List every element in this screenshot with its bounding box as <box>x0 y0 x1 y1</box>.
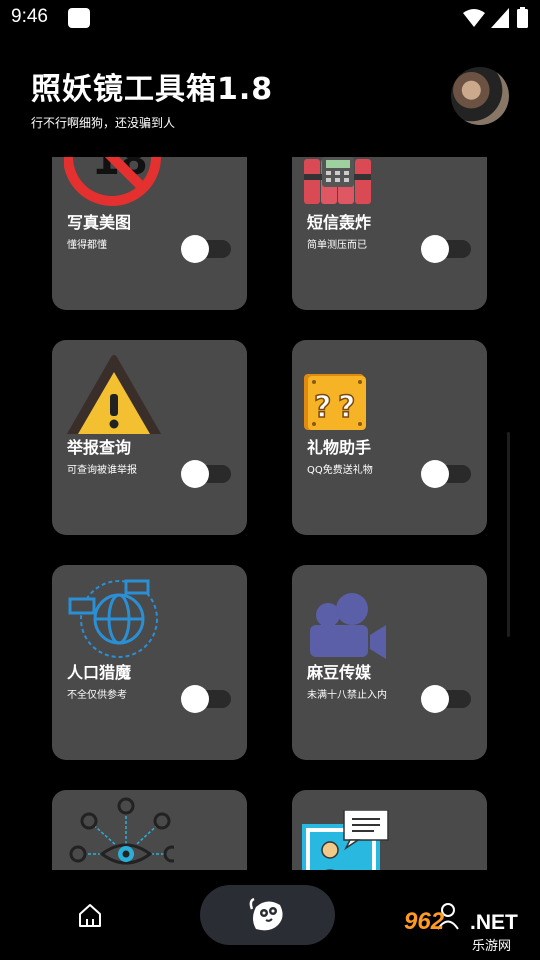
warning-icon <box>66 355 162 434</box>
tool-desc: QQ免费送礼物 <box>307 465 373 476</box>
home-icon[interactable] <box>76 901 104 929</box>
no-18-icon: 18 <box>64 157 161 206</box>
wifi-icon <box>463 9 485 27</box>
watermark-suffix: .NET <box>470 911 518 934</box>
tool-card-surveillance[interactable] <box>52 790 247 870</box>
tool-name: 人口猎魔 <box>67 663 132 682</box>
tool-card-report[interactable]: 举报查询 可查询被谁举报 <box>52 340 247 535</box>
tool-name: 举报查询 <box>67 438 132 457</box>
eye-network-icon <box>69 797 174 865</box>
tool-toggle[interactable] <box>421 235 471 263</box>
center-nav-button[interactable] <box>200 885 335 945</box>
tool-desc: 未满十八禁止入内 <box>307 690 387 701</box>
question-block-icon: ? ? <box>304 374 366 430</box>
tool-card-photos[interactable]: 18 写真美图 懂得都懂 <box>52 157 247 310</box>
tool-grid[interactable]: 18 写真美图 懂得都懂 短信轰炸 简单测压而已 举报查询 <box>0 157 540 870</box>
tool-card-sms[interactable]: 短信轰炸 简单测压而已 <box>292 157 487 310</box>
globe-chat-icon <box>68 579 158 658</box>
tool-toggle[interactable] <box>181 235 231 263</box>
app-title: 照妖镜工具箱1.8 <box>31 72 274 107</box>
tool-name: 短信轰炸 <box>307 213 372 232</box>
avatar[interactable] <box>451 67 509 125</box>
status-time: 9:46 <box>11 6 48 27</box>
site-watermark: 962 .NET 乐游网 <box>400 908 532 954</box>
app-subtitle: 行不行啊细狗，还没骗到人 <box>31 116 176 130</box>
tool-card-support[interactable] <box>292 790 487 870</box>
tool-toggle[interactable] <box>181 460 231 488</box>
svg-text:?: ? <box>338 390 355 425</box>
signal-icon <box>491 8 509 28</box>
tool-toggle[interactable] <box>181 685 231 713</box>
tool-desc: 简单测压而已 <box>307 240 367 251</box>
user-chat-icon <box>302 810 389 870</box>
tool-card-people[interactable]: 人口猎魔 不全仅供参考 <box>52 565 247 760</box>
tool-desc: 不全仅供参考 <box>67 690 127 701</box>
video-camera-icon <box>310 593 386 659</box>
status-bar: 9:46 <box>0 0 540 36</box>
tool-name: 麻豆传媒 <box>307 663 372 682</box>
tool-card-gifts[interactable]: ? ? 礼物助手 QQ免费送礼物 <box>292 340 487 535</box>
dynamite-icon <box>304 157 371 204</box>
notification-icon <box>68 8 90 28</box>
tool-toggle[interactable] <box>421 460 471 488</box>
tool-name: 写真美图 <box>67 213 132 232</box>
tool-desc: 可查询被谁举报 <box>67 465 137 476</box>
mascot-icon <box>249 897 283 931</box>
watermark-site: 乐游网 <box>472 939 512 954</box>
tool-toggle[interactable] <box>421 685 471 713</box>
tool-name: 礼物助手 <box>307 438 372 457</box>
scrollbar[interactable] <box>507 432 510 637</box>
battery-icon <box>517 7 528 28</box>
tool-card-media[interactable]: 麻豆传媒 未满十八禁止入内 <box>292 565 487 760</box>
tool-desc: 懂得都懂 <box>67 240 107 251</box>
svg-text:?: ? <box>314 390 331 425</box>
watermark-number: 962 <box>404 908 445 935</box>
